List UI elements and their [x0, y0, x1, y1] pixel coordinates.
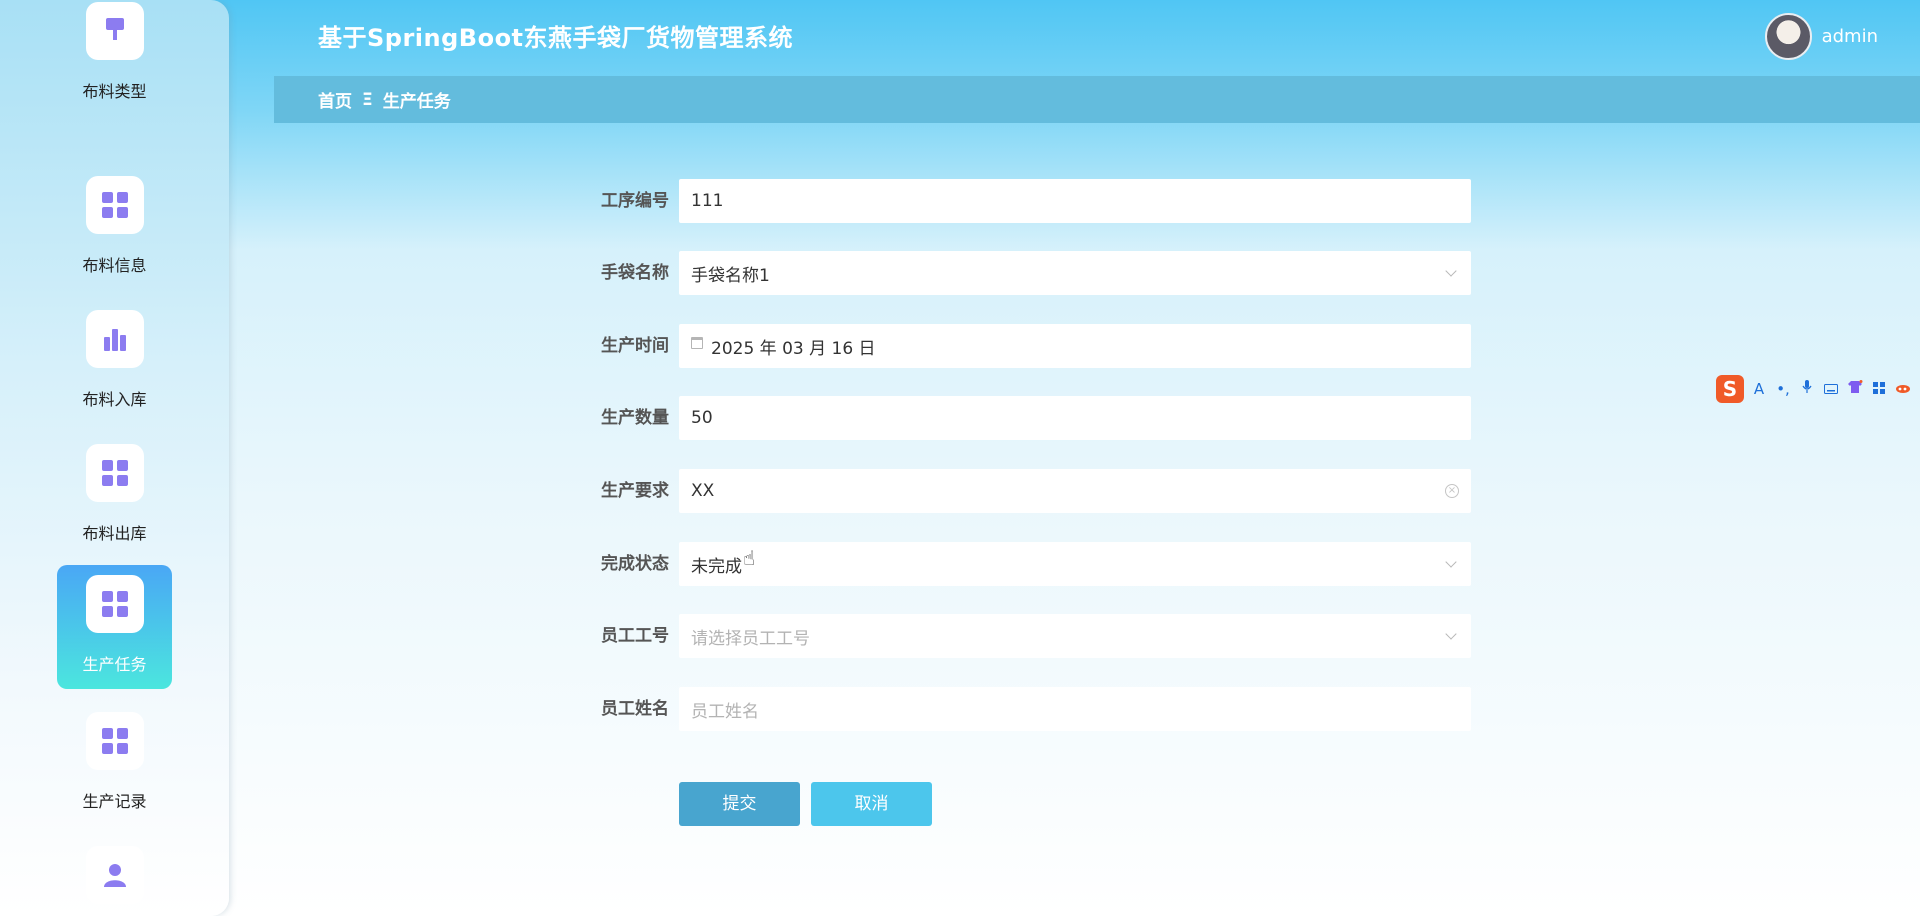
brush-icon: [86, 2, 144, 60]
grid-icon: [86, 712, 144, 770]
prod-qty-input[interactable]: 50: [679, 396, 1471, 440]
keyboard-icon[interactable]: [1822, 380, 1840, 398]
breadcrumb-current: 生产任务: [382, 92, 451, 112]
form-row-status: 完成状态 未完成: [560, 542, 1471, 586]
sidebar-item-user[interactable]: [57, 836, 172, 916]
sidebar-item-fabric-outbound[interactable]: 布料出库: [57, 434, 172, 558]
bar-chart-icon: [86, 310, 144, 368]
chevron-down-icon: [1445, 265, 1457, 277]
sidebar-item-fabric-info[interactable]: 布料信息: [57, 166, 172, 290]
sogou-logo-icon[interactable]: S: [1716, 375, 1744, 403]
form-row-prod-qty: 生产数量 50: [560, 396, 1471, 440]
grid-icon: [86, 176, 144, 234]
prod-time-label: 生产时间: [601, 336, 669, 356]
emp-no-label: 员工工号: [601, 626, 669, 646]
sidebar-item-label: 布料信息: [82, 256, 147, 275]
username: admin: [1821, 26, 1878, 47]
form-row-prod-req: 生产要求 XX ×: [560, 469, 1471, 513]
ime-punctuation-text[interactable]: •,: [1774, 380, 1792, 398]
sidebar-item-production-record[interactable]: 生产记录: [57, 702, 172, 826]
sidebar-item-label: 生产记录: [82, 792, 147, 811]
ime-mode-text[interactable]: A: [1750, 380, 1768, 398]
sidebar-item-fabric-type[interactable]: 布料类型: [57, 0, 172, 116]
form-row-emp-name: 员工姓名 员工姓名: [560, 687, 1471, 731]
mic-icon[interactable]: [1798, 380, 1816, 398]
chevron-down-icon: [1445, 556, 1457, 568]
sidebar-item-label: 布料出库: [82, 524, 147, 543]
sidebar: 布料类型 布料信息 布料入库 布料出库 生产任务 生产记录: [0, 0, 229, 916]
status-select[interactable]: 未完成: [679, 542, 1471, 586]
ime-toolbar[interactable]: S A •,: [1716, 374, 1920, 404]
emp-name-label: 员工姓名: [601, 699, 669, 719]
grid-icon: [86, 575, 144, 633]
bag-name-label: 手袋名称: [601, 263, 669, 283]
skin-icon[interactable]: [1894, 380, 1912, 398]
prod-qty-label: 生产数量: [601, 408, 669, 428]
status-label: 完成状态: [601, 554, 669, 574]
app-title: 基于SpringBoot东燕手袋厂货物管理系统: [318, 24, 794, 52]
user-icon: [86, 846, 144, 904]
breadcrumb-separator: Ξ: [362, 89, 373, 110]
sidebar-item-label: 生产任务: [82, 655, 147, 674]
sidebar-item-label: 布料入库: [82, 390, 147, 409]
breadcrumb-home[interactable]: 首页: [318, 87, 352, 112]
emp-name-input[interactable]: 员工姓名: [679, 687, 1471, 731]
form-row-prod-time: 生产时间 2025 年 03 月 16 日: [560, 324, 1471, 368]
cancel-button[interactable]: 取消: [811, 782, 932, 826]
grid-icon: [86, 444, 144, 502]
prod-req-input[interactable]: XX ×: [679, 469, 1471, 513]
hand-cursor-icon: ☝: [743, 546, 756, 570]
sidebar-item-label: 布料类型: [82, 82, 147, 101]
clear-icon[interactable]: ×: [1445, 484, 1459, 498]
sidebar-item-fabric-inbound[interactable]: 布料入库: [57, 300, 172, 424]
emp-no-select[interactable]: 请选择员工工号: [679, 614, 1471, 658]
submit-button[interactable]: 提交: [679, 782, 800, 826]
form-row-bag-name: 手袋名称 手袋名称1: [560, 251, 1471, 295]
calendar-icon: [691, 337, 703, 349]
shirt-icon[interactable]: [1846, 380, 1864, 398]
process-no-label: 工序编号: [601, 191, 669, 211]
bag-name-select[interactable]: 手袋名称1: [679, 251, 1471, 295]
prod-req-label: 生产要求: [601, 481, 669, 501]
chevron-down-icon: [1445, 628, 1457, 640]
user-menu[interactable]: admin: [1764, 13, 1878, 60]
form-row-process-no: 工序编号 111: [560, 179, 1471, 223]
process-no-input[interactable]: 111: [679, 179, 1471, 223]
avatar[interactable]: [1764, 13, 1812, 60]
form-row-emp-no: 员工工号 请选择员工工号: [560, 614, 1471, 658]
apps-icon[interactable]: [1870, 380, 1888, 398]
prod-time-datepicker[interactable]: 2025 年 03 月 16 日: [679, 324, 1471, 368]
breadcrumb: 首页 Ξ 生产任务: [274, 76, 1920, 123]
sidebar-item-production-task[interactable]: 生产任务: [57, 565, 172, 689]
